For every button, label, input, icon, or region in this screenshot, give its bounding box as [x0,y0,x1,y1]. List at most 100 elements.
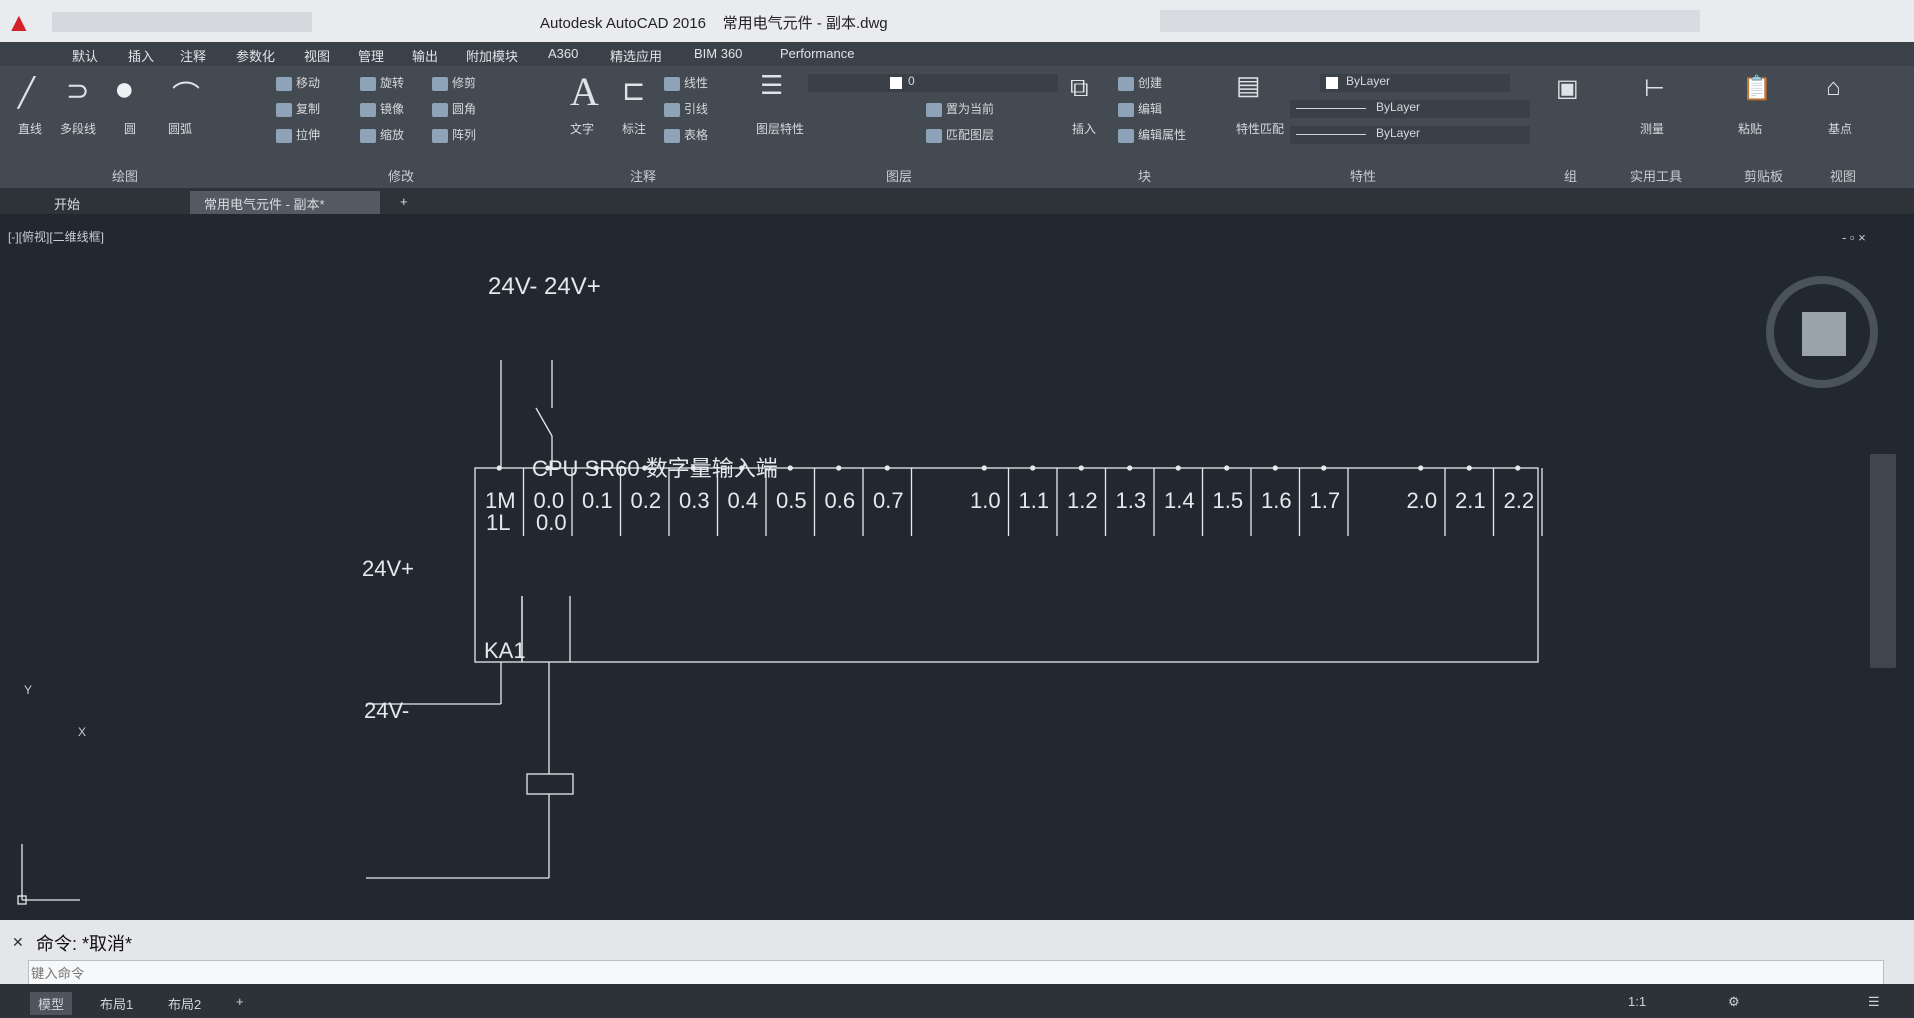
window-title: Autodesk AutoCAD 2016 常用电气元件 - 副本.dwg [540,15,888,32]
edit-block-button[interactable]: 编辑 [1118,100,1162,117]
paste-button[interactable]: 粘贴 [1738,120,1762,137]
title-bar: ▲ Autodesk AutoCAD 2016 常用电气元件 - 副本.dwg [0,0,1914,42]
terminal-node [1515,465,1521,471]
drawing-canvas[interactable]: 1M 0.0 0.1 0.2 0.3 0.4 0.5 0.6 0.7 1.0 1.1 1.2 1.3 1.… [0,214,1914,920]
text-button[interactable]: 文字 [570,120,594,137]
tab-view[interactable]: 视图 [304,46,330,65]
layer-properties-button[interactable]: 图层特性 [756,120,804,137]
viewport-controls[interactable]: [-][俯视][二维线框] [8,228,104,245]
stretch-button[interactable]: 拉伸 [276,126,320,143]
layout2-tab[interactable]: 布局2 [160,992,209,1015]
copy-button[interactable]: 复制 [276,100,320,117]
edit-attributes-button[interactable]: 编辑属性 [1118,126,1186,143]
color-dropdown[interactable]: ByLayer [1320,74,1510,92]
rotate-button[interactable]: 旋转 [360,74,404,91]
block-panel-label[interactable]: 块 [1138,166,1151,185]
tab-annotate[interactable]: 注释 [180,46,206,65]
terminal-label: 2.2 [1504,488,1535,513]
groups-panel-label[interactable]: 组 [1564,166,1577,185]
clipboard-panel-label[interactable]: 剪贴板 [1744,166,1783,185]
tab-insert[interactable]: 插入 [128,46,154,65]
customize-icon[interactable]: ☰ [1860,992,1888,1012]
group-icon[interactable]: ▣ [1556,74,1579,103]
close-command-icon[interactable]: ✕ [12,934,24,951]
line-icon[interactable]: ╱ [18,76,35,109]
layers-panel-label[interactable]: 图层 [886,166,912,185]
fillet-button[interactable]: 圆角 [432,100,476,117]
tab-addins[interactable]: 附加模块 [466,46,518,65]
lineweight-dropdown[interactable]: ByLayer [1290,126,1530,144]
layout1-tab[interactable]: 布局1 [92,992,141,1015]
insert-block-button[interactable]: 插入 [1072,120,1096,137]
array-button[interactable]: 阵列 [432,126,476,143]
base-view-button[interactable]: 基点 [1828,120,1852,137]
mirror-button[interactable]: 镜像 [360,100,404,117]
tab-start[interactable]: 开始 [40,191,94,214]
circle-icon[interactable]: ● [114,70,135,109]
annotation-scale[interactable]: 1:1 [1620,992,1654,1011]
match-layer-button[interactable]: 匹配图层 [926,126,994,143]
insert-block-icon[interactable]: ⧉ [1070,72,1089,104]
terminal-node [1030,465,1036,471]
text-icon[interactable]: A [570,68,599,115]
trim-button[interactable]: 修剪 [432,74,476,91]
properties-panel-label[interactable]: 特性 [1350,166,1376,185]
base-view-icon[interactable]: ⌂ [1826,74,1841,102]
module-title: CPU SR60 数字量输入端 [532,456,778,481]
scale-button[interactable]: 缩放 [360,126,404,143]
create-block-label: 创建 [1138,76,1163,90]
tab-drawing[interactable]: 常用电气元件 - 副本* [190,191,380,214]
arc-icon[interactable]: ⌒ [172,74,200,114]
table-button[interactable]: 表格 [664,126,708,143]
tab-output[interactable]: 输出 [412,46,438,65]
annotation-panel-label[interactable]: 注释 [630,166,656,185]
viewcube[interactable] [1766,276,1878,388]
polyline-button[interactable]: 多段线 [60,120,96,137]
add-layout-button[interactable]: + [228,992,252,1011]
make-current-button[interactable]: 置为当前 [926,100,994,117]
quick-access-toolbar[interactable] [52,12,312,32]
arc-button[interactable]: 圆弧 [168,120,192,137]
terminal-label: 0.2 [631,488,662,513]
navigation-bar[interactable] [1870,454,1896,668]
draw-panel-label[interactable]: 绘图 [112,166,138,185]
layer-dropdown[interactable]: 0 [808,74,1058,92]
workspace-icon[interactable]: ⚙ [1720,992,1748,1012]
model-tab[interactable]: 模型 [30,992,73,1015]
modify-panel-label[interactable]: 修改 [388,166,414,185]
search-box[interactable] [1160,10,1700,32]
array-icon [432,128,448,143]
create-block-button[interactable]: 创建 [1118,74,1162,91]
paste-icon[interactable]: 📋 [1742,74,1772,103]
layer-properties-icon[interactable]: ☰ [760,70,783,101]
tab-performance[interactable]: Performance [780,46,854,61]
tab-home[interactable]: 默认 [72,46,98,65]
dimension-button[interactable]: 标注 [622,120,646,137]
match-properties-icon[interactable]: ▤ [1236,70,1261,101]
command-input[interactable] [28,960,1884,986]
autocad-logo-icon[interactable]: ▲ [6,9,32,35]
tab-parametric[interactable]: 参数化 [236,46,275,65]
circle-button[interactable]: 圆 [124,120,136,137]
viewport-window-controls[interactable]: - ▫ × [1842,230,1866,245]
supply-plus-label: 24V+ [362,556,414,581]
tab-bim360[interactable]: BIM 360 [694,46,742,61]
line-button[interactable]: 直线 [18,120,42,137]
polyline-icon[interactable]: ⊃ [66,74,89,107]
match-properties-button[interactable]: 特性匹配 [1236,120,1284,137]
dimension-icon[interactable]: ⊏ [622,74,645,107]
tab-manage[interactable]: 管理 [358,46,384,65]
viewcube-top-face[interactable] [1802,312,1846,356]
new-tab-button[interactable]: + [386,191,422,214]
color-swatch [1326,77,1338,89]
tab-a360[interactable]: A360 [548,46,578,61]
leader-button[interactable]: 引线 [664,100,708,117]
linear-button[interactable]: 线性 [664,74,708,91]
move-button[interactable]: 移动 [276,74,320,91]
linetype-dropdown[interactable]: ByLayer [1290,100,1530,118]
measure-icon[interactable]: ⊢ [1644,74,1665,103]
tab-featured-apps[interactable]: 精选应用 [610,46,662,65]
measure-button[interactable]: 测量 [1640,120,1664,137]
utilities-panel-label[interactable]: 实用工具 [1630,166,1682,185]
view-panel-label[interactable]: 视图 [1830,166,1856,185]
